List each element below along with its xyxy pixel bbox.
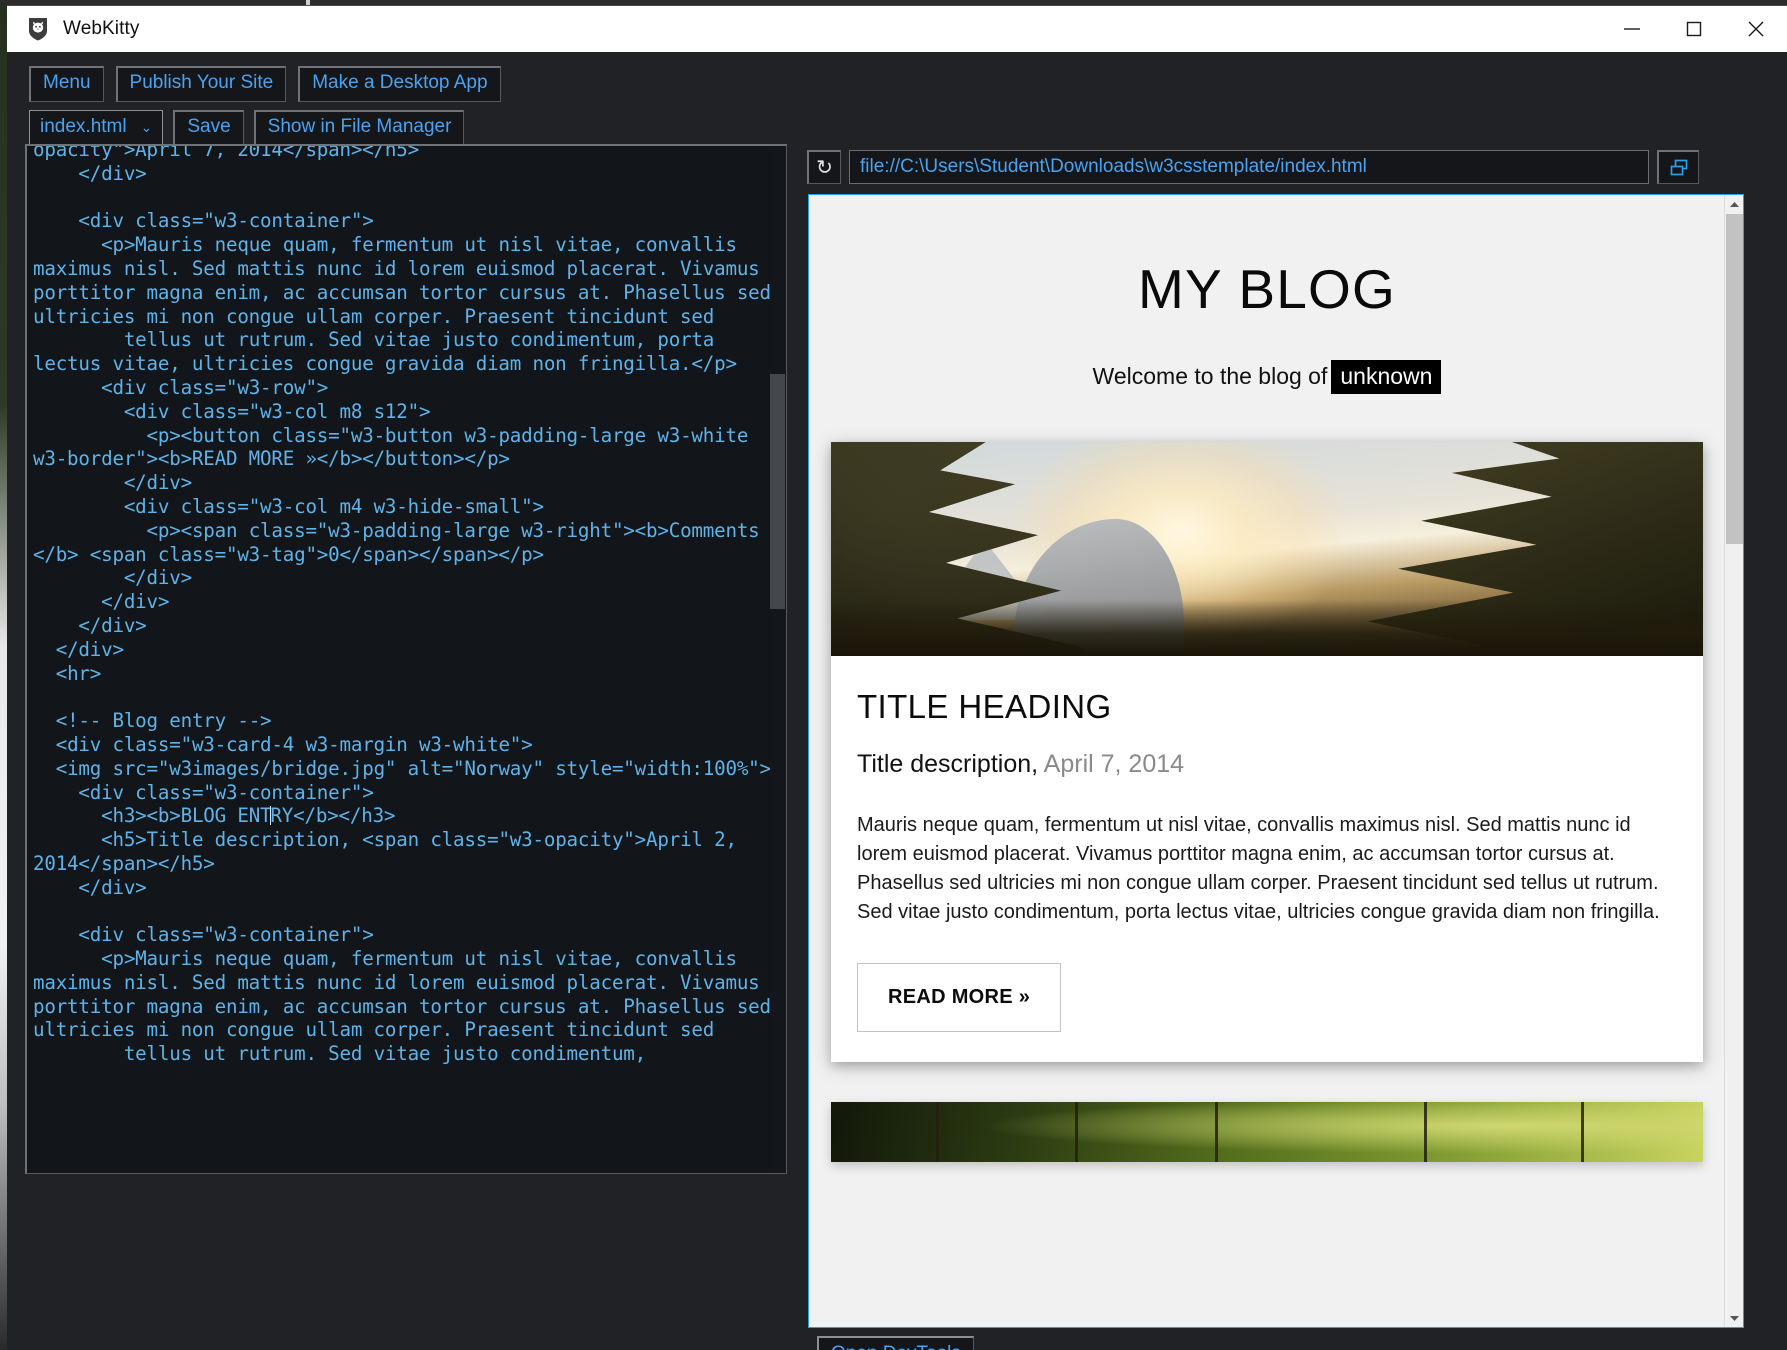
blog-card-image: [831, 442, 1703, 656]
code-editor[interactable]: opacity">April 7, 2014</span></h5> </div…: [25, 144, 787, 1174]
scroll-up-icon[interactable]: [1725, 195, 1743, 213]
screen: WebKitty Menu Publish Your Site Make a D…: [0, 0, 1787, 1350]
forest-floor: [831, 600, 1703, 656]
webkitty-window: WebKitty Menu Publish Your Site Make a D…: [7, 5, 1787, 1350]
blog-card-subtitle-main: Title description,: [857, 750, 1039, 778]
bridge-post-4: [1423, 1102, 1427, 1162]
make-a-desktop-app-button[interactable]: Make a Desktop App: [298, 66, 501, 102]
window-title: WebKitty: [63, 18, 140, 39]
blog-card-date: April 7, 2014: [1043, 750, 1185, 778]
blog-card-2-image: [831, 1102, 1703, 1162]
editor-scrollbar[interactable]: [770, 146, 786, 1173]
publish-your-site-button[interactable]: Publish Your Site: [115, 66, 287, 102]
file-select[interactable]: index.html ⌄: [29, 110, 164, 146]
blog-card-body: TITLE HEADING Title description, April 7…: [831, 656, 1703, 1062]
blog-welcome-tag: unknown: [1331, 360, 1442, 394]
editor-scrollbar-thumb[interactable]: [770, 374, 785, 609]
bridge-post-2: [1075, 1102, 1079, 1162]
preview-document: MY BLOG Welcome to the blog of unknown T…: [809, 195, 1725, 1327]
bridge-post-3: [1214, 1102, 1218, 1162]
bridge-post-1: [935, 1102, 939, 1162]
site-preview[interactable]: MY BLOG Welcome to the blog of unknown T…: [808, 194, 1744, 1328]
cat-shield-icon: [27, 17, 49, 41]
primary-toolbar: Menu Publish Your Site Make a Desktop Ap…: [29, 66, 501, 102]
blog-welcome-line: Welcome to the blog of unknown: [809, 360, 1725, 394]
browser-toolbar: ↻ file://C:\Users\Student\Downloads\w3cs…: [807, 150, 1699, 184]
preview-scrollbar[interactable]: [1724, 195, 1743, 1327]
show-in-file-manager-button[interactable]: Show in File Manager: [253, 110, 465, 146]
window-titlebar: WebKitty: [7, 6, 1787, 52]
app-chrome: Menu Publish Your Site Make a Desktop Ap…: [7, 52, 1787, 1350]
blog-card: TITLE HEADING Title description, April 7…: [831, 442, 1703, 1062]
menu-button[interactable]: Menu: [29, 66, 104, 102]
save-button[interactable]: Save: [173, 110, 244, 146]
code-before-caret: opacity">April 7, 2014</span></h5> </div…: [33, 144, 771, 828]
blog-card-heading: TITLE HEADING: [857, 688, 1112, 725]
code-editor-content[interactable]: opacity">April 7, 2014</span></h5> </div…: [33, 146, 773, 1066]
blog-card-2: [831, 1102, 1703, 1162]
url-input[interactable]: file://C:\Users\Student\Downloads\w3csst…: [849, 150, 1649, 184]
scroll-down-icon[interactable]: [1725, 1309, 1743, 1327]
blog-header: MY BLOG Welcome to the blog of unknown: [809, 195, 1725, 404]
chevron-down-icon: ⌄: [140, 119, 153, 135]
minimize-button[interactable]: [1601, 6, 1663, 52]
reload-icon[interactable]: ↻: [807, 150, 841, 184]
blog-card-paragraph: Mauris neque quam, fermentum ut nisl vit…: [857, 814, 1660, 923]
bridge-post-5: [1580, 1102, 1584, 1162]
blog-welcome-prefix: Welcome to the blog of: [1092, 363, 1328, 389]
open-devtools-button[interactable]: Open DevTools: [817, 1336, 974, 1350]
blog-card-subtitle: Title description, April 7, 2014: [857, 750, 1677, 779]
blog-title: MY BLOG: [1137, 258, 1397, 320]
code-after-caret: RY</b></h3> <h5>Title description, <span…: [33, 804, 771, 1066]
file-toolbar: index.html ⌄ Save Show in File Manager: [29, 110, 465, 146]
close-button[interactable]: [1725, 6, 1787, 52]
maximize-button[interactable]: [1663, 6, 1725, 52]
preview-scrollbar-thumb[interactable]: [1726, 214, 1743, 544]
read-more-button[interactable]: READ MORE »: [857, 963, 1062, 1032]
restore-window-icon[interactable]: [1657, 150, 1699, 184]
file-select-value: index.html: [40, 116, 127, 137]
window-controls: [1601, 6, 1787, 52]
